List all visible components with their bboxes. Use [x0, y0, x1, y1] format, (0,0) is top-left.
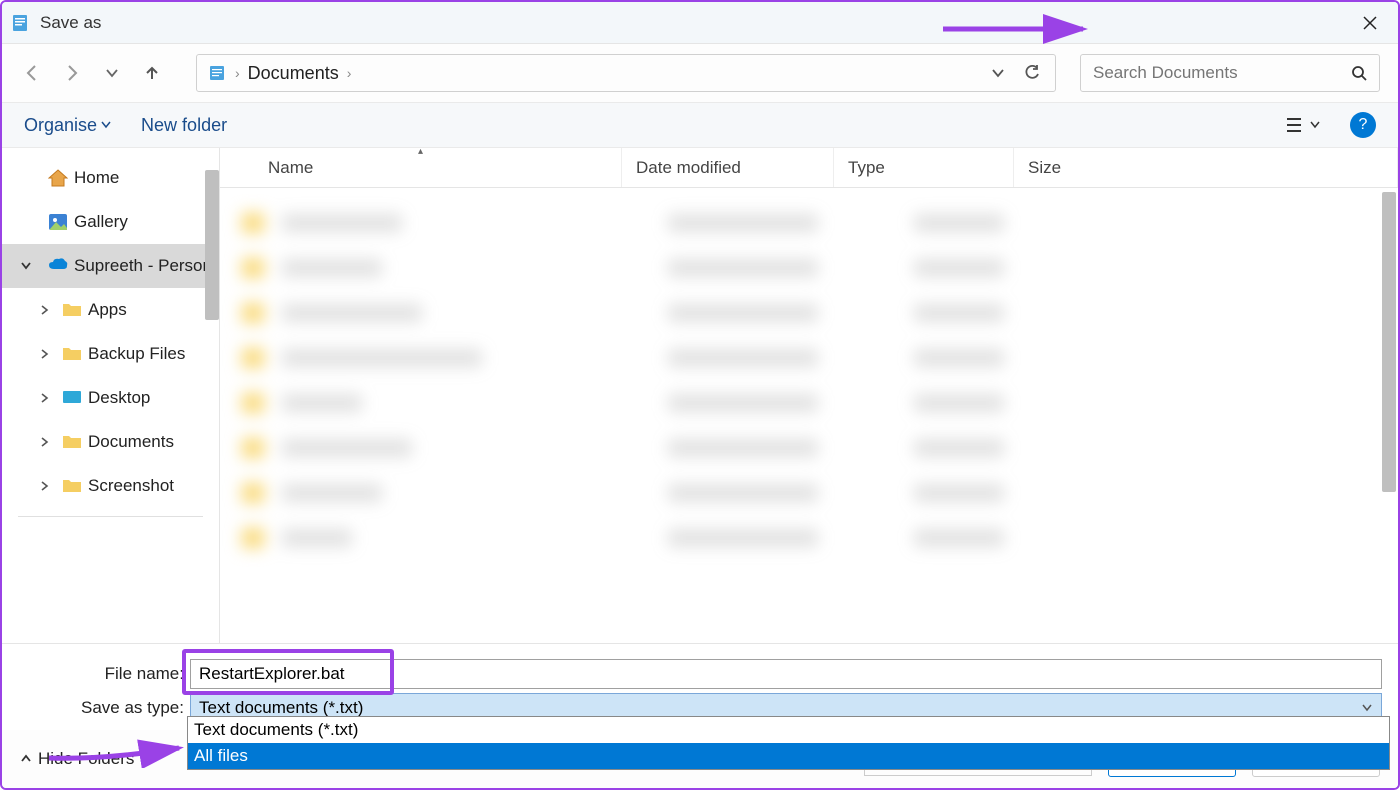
chevron-right-icon — [40, 305, 50, 315]
notepad-icon — [10, 13, 30, 33]
folder-icon — [62, 301, 82, 319]
titlebar: Save as — [2, 2, 1398, 44]
help-button[interactable]: ? — [1350, 112, 1376, 138]
sidebar-scrollbar[interactable] — [205, 170, 219, 320]
navigation-bar: › Documents › — [2, 44, 1398, 102]
file-listing: ▴Name Date modified Type Size — [220, 148, 1398, 643]
address-dropdown[interactable] — [985, 60, 1011, 86]
save-form: File name: Save as type: Text documents … — [2, 643, 1398, 730]
chevron-up-icon — [20, 753, 32, 765]
folder-icon — [62, 345, 82, 363]
divider — [18, 516, 203, 517]
column-size[interactable]: Size — [1014, 148, 1398, 187]
tree-label: Apps — [88, 300, 127, 320]
organise-button[interactable]: Organise — [24, 115, 111, 136]
toolbar: Organise New folder ? — [2, 102, 1398, 148]
onedrive-icon — [48, 257, 68, 275]
view-options-button[interactable] — [1286, 117, 1320, 133]
tree-item-documents[interactable]: Documents — [2, 420, 219, 464]
folder-icon — [62, 433, 82, 451]
address-bar[interactable]: › Documents › — [196, 54, 1056, 92]
sort-asc-icon: ▴ — [418, 148, 423, 157]
breadcrumb-documents[interactable]: Documents — [248, 63, 339, 84]
search-box[interactable] — [1080, 54, 1380, 92]
chevron-down-icon — [1361, 702, 1373, 714]
type-option-txt[interactable]: Text documents (*.txt) — [188, 717, 1389, 743]
new-folder-button[interactable]: New folder — [141, 115, 227, 136]
tree-label: Supreeth - Personal — [74, 256, 207, 276]
folder-icon — [207, 63, 227, 83]
type-option-all[interactable]: All files — [188, 743, 1389, 769]
chevron-down-icon — [20, 260, 32, 272]
window-title: Save as — [40, 13, 1350, 33]
chevron-right-icon — [40, 349, 50, 359]
tree-label: Backup Files — [88, 344, 185, 364]
list-header: ▴Name Date modified Type Size — [220, 148, 1398, 188]
home-icon — [48, 169, 68, 187]
tree-label: Gallery — [74, 212, 128, 232]
folder-icon — [62, 477, 82, 495]
column-type[interactable]: Type — [834, 148, 1014, 187]
tree-item-apps[interactable]: Apps — [2, 288, 219, 332]
tree-item-gallery[interactable]: Gallery — [2, 200, 219, 244]
back-button[interactable] — [20, 61, 44, 85]
refresh-button[interactable] — [1019, 60, 1045, 86]
save-type-value: Text documents (*.txt) — [199, 698, 363, 718]
filename-input[interactable] — [190, 659, 1382, 689]
hide-folders-button[interactable]: Hide Folders — [20, 749, 134, 769]
chevron-right-icon: › — [235, 65, 240, 81]
close-button[interactable] — [1350, 3, 1390, 43]
tree-label: Home — [74, 168, 119, 188]
tree-item-desktop[interactable]: Desktop — [2, 376, 219, 420]
recent-dropdown[interactable] — [100, 61, 124, 85]
tree-label: Screenshot — [88, 476, 174, 496]
tree-item-home[interactable]: Home — [2, 156, 219, 200]
desktop-icon — [62, 389, 82, 407]
list-body-blurred — [220, 188, 1398, 643]
up-button[interactable] — [140, 61, 164, 85]
column-name[interactable]: ▴Name — [220, 148, 622, 187]
column-date[interactable]: Date modified — [622, 148, 834, 187]
nav-buttons — [20, 61, 164, 85]
tree-item-screenshot[interactable]: Screenshot — [2, 464, 219, 508]
forward-button[interactable] — [60, 61, 84, 85]
main-area: Home Gallery Supreeth - Personal Apps Ba… — [2, 148, 1398, 643]
search-icon — [1351, 65, 1367, 81]
tree-label: Desktop — [88, 388, 150, 408]
tree-item-onedrive[interactable]: Supreeth - Personal — [2, 244, 219, 288]
nav-tree: Home Gallery Supreeth - Personal Apps Ba… — [2, 148, 220, 643]
chevron-right-icon — [40, 393, 50, 403]
save-as-dialog: Save as › Documents › Organise New f — [0, 0, 1400, 790]
gallery-icon — [48, 213, 68, 231]
save-type-label: Save as type: — [12, 698, 190, 718]
tree-label: Documents — [88, 432, 174, 452]
chevron-right-icon — [40, 481, 50, 491]
save-type-dropdown: Text documents (*.txt) All files — [187, 716, 1390, 770]
search-input[interactable] — [1093, 63, 1351, 83]
filename-label: File name: — [12, 664, 190, 684]
chevron-right-icon — [40, 437, 50, 447]
tree-item-backup[interactable]: Backup Files — [2, 332, 219, 376]
list-scrollbar[interactable] — [1382, 192, 1396, 492]
chevron-right-icon: › — [347, 65, 352, 81]
